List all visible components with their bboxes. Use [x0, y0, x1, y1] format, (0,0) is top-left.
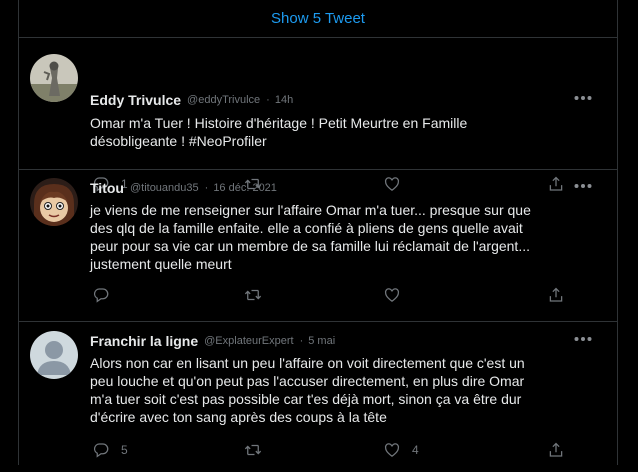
- reply-button[interactable]: [92, 285, 121, 305]
- tweet-actions: 5 4: [19, 440, 617, 460]
- tweet-time[interactable]: 16 déc. 2021: [213, 182, 277, 194]
- show-more-bar: Show 5 Tweet: [19, 0, 617, 38]
- author-handle[interactable]: @ExplateurExpert: [204, 335, 293, 347]
- tweet[interactable]: Titou @titouandu35 · 16 déc. 2021 je vie…: [19, 170, 617, 322]
- reply-icon: [92, 441, 110, 459]
- author-name[interactable]: Eddy Trivulce: [90, 92, 181, 108]
- avatar[interactable]: [30, 178, 78, 226]
- retweet-button[interactable]: [244, 285, 273, 305]
- heart-icon: [383, 286, 401, 304]
- retweet-icon: [244, 441, 262, 459]
- tweet-text: Omar m'a Tuer ! Histoire d'héritage ! Pe…: [90, 115, 468, 149]
- tweet-text: je viens de me renseigner sur l'affaire …: [90, 202, 531, 272]
- author-name[interactable]: Franchir la ligne: [90, 333, 198, 349]
- tweet[interactable]: Eddy Trivulce @eddyTrivulce · 14h Omar m…: [19, 38, 617, 170]
- author-name[interactable]: Titou: [90, 180, 124, 196]
- tweet-time[interactable]: 14h: [275, 94, 293, 106]
- share-button[interactable]: [547, 440, 565, 460]
- avatar[interactable]: [30, 331, 78, 379]
- like-button[interactable]: [383, 285, 412, 305]
- tweet-time[interactable]: 5 mai: [308, 335, 335, 347]
- timeline-column: Show 5 Tweet Eddy Trivulce @eddyTrivulce…: [18, 0, 618, 465]
- tweet-actions: [19, 285, 617, 305]
- share-icon: [547, 286, 565, 304]
- reply-icon: [92, 286, 110, 304]
- tweet-header: Titou @titouandu35 · 16 déc. 2021: [90, 178, 577, 198]
- heart-icon: [383, 441, 401, 459]
- retweet-button[interactable]: [244, 440, 273, 460]
- tweet[interactable]: Franchir la ligne @ExplateurExpert · 5 m…: [19, 322, 617, 472]
- separator: ·: [204, 182, 209, 194]
- show-more-tweets-link[interactable]: Show 5 Tweet: [271, 10, 365, 27]
- tweet-text: Alors non car en lisant un peu l'affaire…: [90, 355, 525, 425]
- more-icon[interactable]: [573, 88, 593, 108]
- separator: ·: [299, 335, 304, 347]
- like-count: 4: [412, 443, 419, 457]
- tweet-header: Franchir la ligne @ExplateurExpert · 5 m…: [90, 331, 577, 351]
- more-icon[interactable]: [573, 329, 593, 349]
- share-icon: [547, 441, 565, 459]
- author-handle[interactable]: @eddyTrivulce: [187, 94, 260, 106]
- share-button[interactable]: [547, 285, 565, 305]
- tweet-header: Eddy Trivulce @eddyTrivulce · 14h: [90, 90, 577, 110]
- like-button[interactable]: 4: [383, 440, 419, 460]
- avatar[interactable]: [30, 54, 78, 102]
- more-icon[interactable]: [573, 176, 593, 196]
- reply-button[interactable]: 5: [92, 440, 128, 460]
- reply-count: 5: [121, 443, 128, 457]
- separator: ·: [266, 94, 270, 106]
- author-handle[interactable]: @titouandu35: [130, 182, 199, 194]
- retweet-icon: [244, 286, 262, 304]
